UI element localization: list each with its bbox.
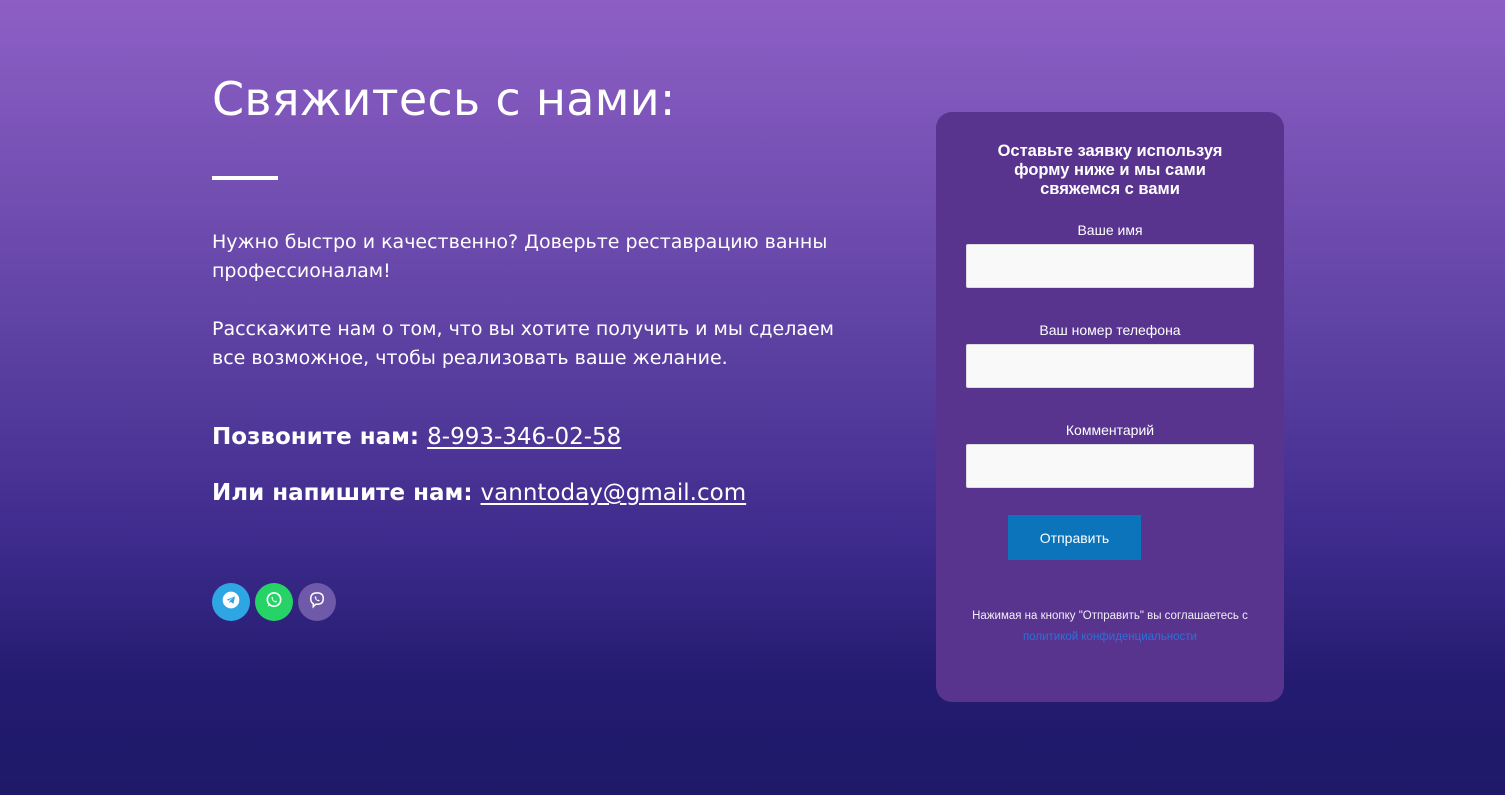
consent-note: Нажимая на кнопку "Отправить" вы соглаша… xyxy=(950,606,1270,648)
whatsapp-button[interactable] xyxy=(255,583,293,621)
viber-button[interactable] xyxy=(298,583,336,621)
description-paragraph: Расскажите нам о том, что вы хотите полу… xyxy=(212,318,835,369)
phone-label: Ваш номер телефона xyxy=(1039,322,1181,338)
call-line: Позвоните нам: 8-993-346-02-58 xyxy=(212,424,621,450)
name-label: Ваше имя xyxy=(1077,222,1143,238)
consent-text: Нажимая на кнопку "Отправить" вы соглаша… xyxy=(972,610,1248,622)
comment-label: Комментарий xyxy=(1065,422,1155,438)
request-form-card: Оставьте заявку используя форму ниже и м… xyxy=(936,112,1284,702)
privacy-policy-link[interactable]: политикой конфиденциальности xyxy=(1023,631,1197,643)
email-label: Или напишите нам: xyxy=(212,480,473,506)
page-title: Свяжитесь с нами: xyxy=(212,72,676,126)
comment-input[interactable] xyxy=(966,444,1254,488)
title-divider xyxy=(212,176,278,180)
whatsapp-icon xyxy=(264,590,284,614)
phone-link[interactable]: 8-993-346-02-58 xyxy=(427,424,621,450)
phone-input[interactable] xyxy=(966,344,1254,388)
form-heading: Оставьте заявку используя форму ниже и м… xyxy=(997,142,1223,198)
email-line: Или напишите нам: vanntoday@gmail.com xyxy=(212,480,746,506)
social-links xyxy=(212,583,336,621)
telegram-button[interactable] xyxy=(212,583,250,621)
viber-icon xyxy=(307,590,327,614)
name-input[interactable] xyxy=(966,244,1254,288)
intro-paragraph: Нужно быстро и качественно? Доверьте рес… xyxy=(212,231,828,282)
call-label: Позвоните нам: xyxy=(212,424,420,450)
telegram-icon xyxy=(221,590,241,614)
email-link[interactable]: vanntoday@gmail.com xyxy=(481,480,747,506)
submit-button[interactable]: Отправить xyxy=(1008,515,1141,560)
